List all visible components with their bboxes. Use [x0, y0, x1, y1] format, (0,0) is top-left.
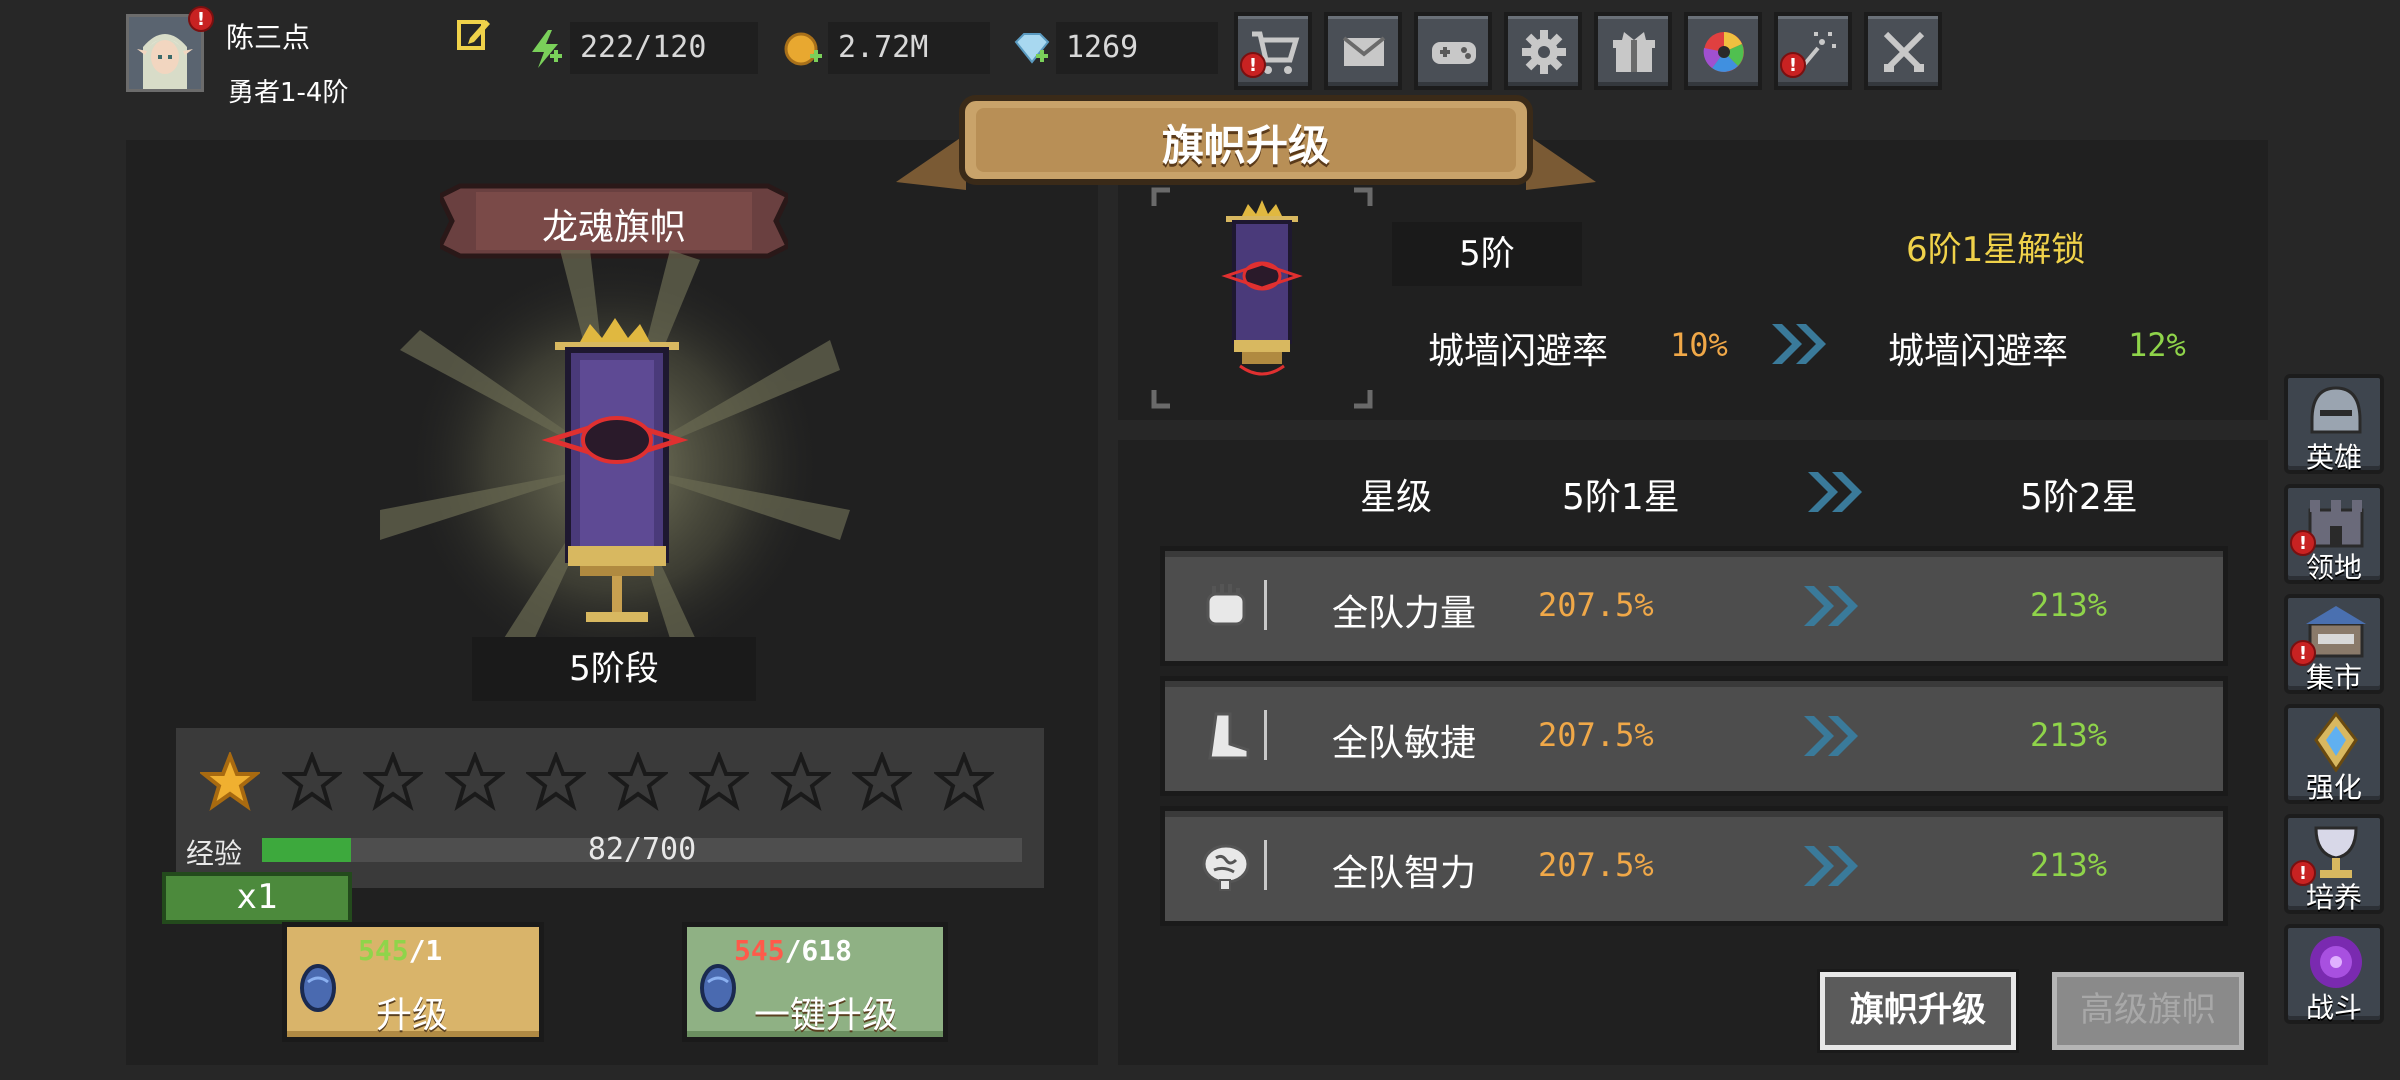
- arrow-right-icon: [1800, 712, 1862, 764]
- banner-upgrade-button[interactable]: 旗帜升级: [1817, 969, 2019, 1053]
- crystal-icon: [2314, 711, 2358, 772]
- gamepad-icon: [1432, 42, 1476, 64]
- col-header-from: 5阶1星: [1562, 477, 1680, 518]
- crossed-swords-icon: [1883, 31, 1925, 72]
- upgrade-cost: 545/1: [358, 934, 443, 967]
- fireworks-button[interactable]: [1774, 12, 1852, 90]
- star-empty-icon: [524, 750, 588, 812]
- sidebar-alert-badge: !: [2290, 860, 2316, 886]
- arrow-right-icon: [1800, 582, 1862, 634]
- stat-value-current: 207.5%: [1538, 846, 1654, 884]
- stat-value-next: 213%: [2030, 846, 2108, 884]
- player-rank: 勇者1-4阶: [228, 78, 349, 108]
- tier-stat-value-current: 10%: [1670, 326, 1728, 364]
- stat-value-next: 213%: [2030, 586, 2108, 624]
- elf-portrait-icon: [129, 17, 201, 89]
- shop-button[interactable]: [1234, 12, 1312, 90]
- edit-name-icon[interactable]: [456, 16, 492, 52]
- rainbow-wheel-icon: [1703, 32, 1744, 72]
- fireworks-alert-badge: !: [1780, 52, 1806, 78]
- sidebar-label: 英雄: [2305, 441, 2362, 474]
- exp-label: 经验: [186, 837, 243, 870]
- star-empty-icon: [361, 750, 425, 812]
- tier-stat-name-current: 城墙闪避率: [1428, 331, 1609, 372]
- stat-value-current: 207.5%: [1538, 586, 1654, 624]
- mail-icon: [1342, 36, 1386, 66]
- gold-coin-icon: [782, 28, 824, 70]
- row-divider: [1264, 840, 1267, 890]
- multiplier-toggle[interactable]: x1: [162, 872, 352, 924]
- helmet-icon: [2310, 386, 2362, 434]
- player-name: 陈三点: [226, 21, 311, 54]
- gold-value: 2.72M: [828, 22, 990, 74]
- star-empty-icon: [687, 750, 751, 812]
- arrow-right-icon: [1800, 842, 1862, 894]
- sidebar-alert-badge: !: [2290, 640, 2316, 666]
- fist-icon: [1196, 576, 1256, 636]
- sidebar-label: 强化: [2305, 771, 2362, 804]
- col-header-to: 5阶2星: [2020, 477, 2138, 518]
- tier-stat-value-next: 12%: [2128, 326, 2186, 364]
- star-empty-icon: [279, 750, 344, 812]
- shop-alert-badge: !: [1240, 52, 1266, 78]
- star-empty-icon: [768, 750, 833, 812]
- gems-value: 1269: [1056, 22, 1218, 74]
- star-empty-icon: [850, 750, 914, 812]
- arrow-right-icon: [1772, 324, 1826, 364]
- stat-value-next: 213%: [2030, 716, 2108, 754]
- sidebar-alert-badge: !: [2290, 530, 2316, 556]
- banner-stage: 5阶段: [472, 637, 756, 701]
- tier-stat-name-next: 城墙闪避率: [1888, 331, 2069, 372]
- col-header-star: 星级: [1360, 477, 1433, 518]
- battle-button[interactable]: [1864, 12, 1942, 90]
- row-divider: [1264, 710, 1267, 760]
- row-divider: [1264, 580, 1267, 630]
- gem-icon: [1010, 28, 1052, 70]
- star-empty-icon: [605, 750, 670, 812]
- brain-icon: [1196, 836, 1256, 896]
- boot-icon: [1196, 706, 1256, 766]
- upgrade-label: 升级: [375, 995, 448, 1036]
- arrow-right-icon: [1808, 472, 1862, 512]
- gacha-button[interactable]: [1684, 12, 1762, 90]
- page-title: 旗帜升级: [1161, 121, 1330, 170]
- one-click-cost: 545/618: [734, 934, 853, 967]
- banner-name: 龙魂旗帜: [541, 207, 686, 248]
- stat-name: 全队智力: [1332, 853, 1477, 894]
- sidebar-label: 战斗: [2305, 991, 2362, 1024]
- gift-button[interactable]: [1594, 12, 1672, 90]
- star-empty-icon: [931, 750, 996, 812]
- star-empty-icon: [442, 750, 507, 812]
- avatar-alert-badge: !: [188, 6, 214, 32]
- star-filled-icon: [198, 750, 262, 812]
- stat-name: 全队力量: [1332, 593, 1477, 634]
- gamepad-button[interactable]: [1414, 12, 1492, 90]
- mail-button[interactable]: [1324, 12, 1402, 90]
- settings-button[interactable]: [1504, 12, 1582, 90]
- stat-name: 全队敏捷: [1332, 723, 1477, 764]
- stat-value-current: 207.5%: [1538, 716, 1654, 754]
- vortex-icon: [2310, 936, 2362, 988]
- stamina-icon: [524, 28, 566, 70]
- banner-thumbnail: [1151, 187, 1373, 409]
- unlock-requirement: 6阶1星解锁: [1906, 230, 2086, 270]
- advanced-banner-button[interactable]: 高级旗帜: [2052, 972, 2244, 1050]
- current-tier: 5阶: [1392, 222, 1582, 286]
- one-click-label: 一键升级: [753, 995, 898, 1036]
- exp-text: 82/700: [587, 832, 697, 867]
- stamina-value: 222/120: [570, 22, 758, 74]
- gear-icon: [1522, 30, 1566, 74]
- gift-icon: [1613, 32, 1655, 72]
- banner-artwork: [380, 250, 850, 670]
